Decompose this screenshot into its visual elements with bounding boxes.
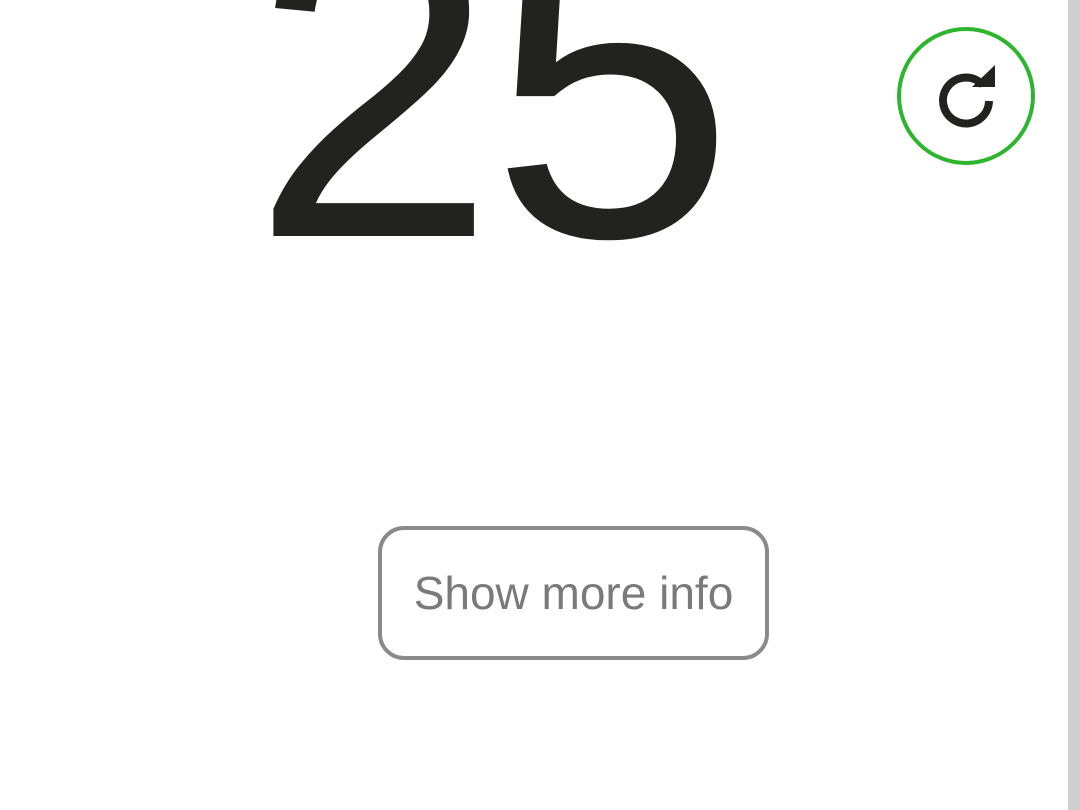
scrollbar[interactable] (1068, 0, 1080, 810)
restart-icon (939, 65, 995, 128)
speed-value: 25 (251, 0, 734, 330)
restart-button[interactable] (897, 27, 1035, 165)
speed-test-page: 25 Show more info (0, 0, 1080, 810)
show-more-info-button[interactable]: Show more info (378, 526, 769, 660)
